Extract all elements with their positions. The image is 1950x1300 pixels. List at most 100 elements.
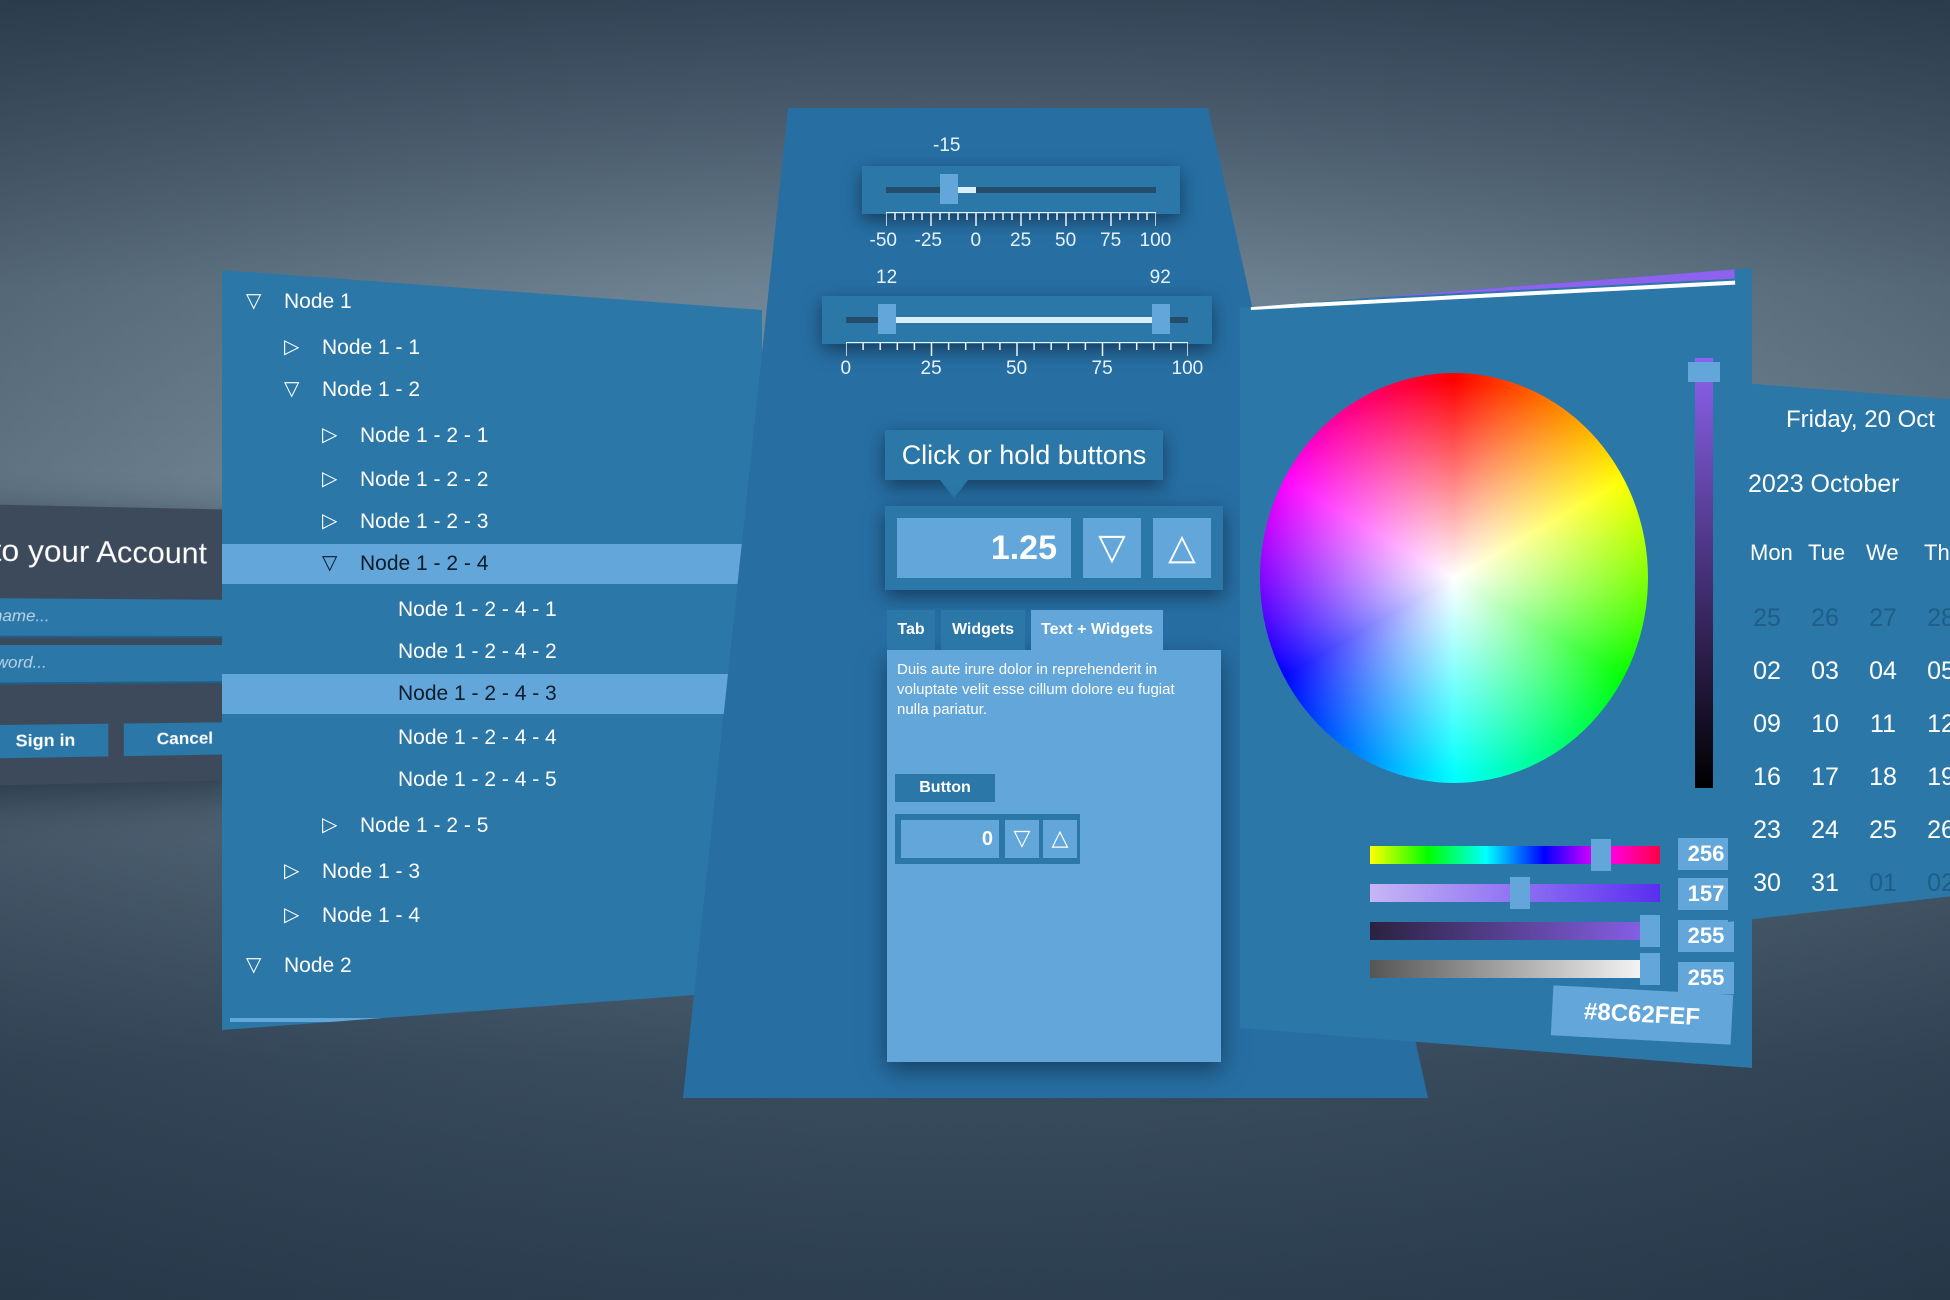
calendar-day[interactable]: 19 — [1916, 763, 1950, 792]
calendar-day[interactable]: 17 — [1800, 763, 1850, 792]
tab-widgets[interactable]: Widgets — [941, 610, 1025, 650]
calendar-day[interactable]: 09 — [1742, 710, 1792, 739]
calendar-day[interactable]: 03 — [1800, 657, 1850, 686]
range-high-label: 92 — [1149, 267, 1171, 288]
calendar-day[interactable]: 02 — [1916, 869, 1950, 898]
tree-node[interactable]: Node 1 - 2 - 4 - 4 — [222, 718, 762, 758]
tree-node-label: Node 1 - 2 - 4 — [360, 552, 489, 575]
tree-node[interactable]: ▷ Node 1 - 3 — [222, 852, 762, 892]
range-slider[interactable] — [822, 296, 1212, 344]
calendar-day[interactable]: 25 — [1858, 816, 1908, 845]
calendar-day[interactable]: 31 — [1800, 869, 1850, 898]
range-ticks — [846, 342, 1188, 356]
spinner-tooltip: Click or hold buttons — [885, 430, 1163, 498]
mini-up-button[interactable]: △ — [1043, 820, 1077, 858]
expanded-arrow-icon[interactable]: ▽ — [322, 550, 337, 575]
slider-track — [886, 187, 1156, 193]
calendar-day[interactable]: 27 — [1858, 604, 1908, 633]
tree-node-label: Node 1 - 3 — [322, 860, 421, 883]
tab-text-widgets[interactable]: Text + Widgets — [1031, 610, 1163, 650]
value-thumb[interactable] — [1640, 915, 1660, 947]
collapsed-arrow-icon[interactable]: ▷ — [322, 508, 337, 533]
calendar-day[interactable]: 11 — [1858, 710, 1908, 739]
password-field[interactable]: sword... — [0, 645, 250, 685]
expanded-arrow-icon[interactable]: ▽ — [246, 952, 261, 977]
tree-node-label: Node 1 - 2 - 2 — [360, 468, 489, 491]
range-high-thumb[interactable] — [1151, 304, 1170, 334]
tree-node[interactable]: ▷ Node 1 - 4 — [222, 896, 762, 936]
tab-paragraph: Duis aute irure dolor in reprehenderit i… — [897, 661, 1175, 718]
spinner-value[interactable]: 1.25 — [897, 518, 1071, 578]
collapsed-arrow-icon[interactable]: ▷ — [284, 334, 299, 359]
saturation-thumb[interactable] — [1509, 877, 1530, 909]
tree-node[interactable]: ▽ Node 1 - 2 — [222, 370, 762, 410]
tree-node[interactable]: ▷ Node 1 - 1 — [222, 328, 762, 368]
color-wheel[interactable] — [1260, 373, 1648, 783]
hue-slider[interactable] — [1370, 846, 1660, 864]
calendar-day[interactable]: 26 — [1800, 604, 1850, 633]
tree-node[interactable]: ▷ Node 1 - 2 - 5 — [222, 806, 762, 846]
brightness-thumb[interactable] — [1688, 362, 1720, 382]
tree-node[interactable]: Node 1 - 2 - 4 - 3 — [222, 674, 762, 714]
tree-node[interactable]: ▽ Node 1 - 2 - 4 — [222, 544, 762, 584]
tree-node[interactable]: ▷ Node 1 - 2 - 3 — [222, 502, 762, 542]
login-panel: to your Account rname... sword... Sign i… — [0, 503, 250, 787]
tree-view-panel: ▽ Node 1 ▷ Node 1 - 1 ▽ Node 1 - 2 ▷ Node 1 - 2… — [222, 270, 762, 1030]
mini-down-button[interactable]: ▽ — [1005, 820, 1039, 858]
number-spinner: 1.25 ▽ △ — [885, 506, 1223, 590]
collapsed-arrow-icon[interactable]: ▷ — [322, 422, 337, 447]
collapsed-arrow-icon[interactable]: ▷ — [322, 466, 337, 491]
calendar-day[interactable]: 30 — [1742, 869, 1792, 898]
calendar-day[interactable]: 05 — [1916, 657, 1950, 686]
collapsed-arrow-icon[interactable]: ▷ — [322, 812, 337, 837]
sign-in-button[interactable]: Sign in — [0, 723, 109, 759]
username-field[interactable]: rname... — [0, 597, 250, 638]
single-slider[interactable] — [862, 166, 1180, 214]
range-low-thumb[interactable] — [878, 304, 897, 334]
tree-node-label: Node 1 - 1 — [322, 336, 421, 359]
tree-node[interactable]: Node 1 - 2 - 4 - 5 — [222, 760, 762, 800]
calendar-day[interactable]: 24 — [1800, 816, 1850, 845]
tree-node-label: Node 1 - 2 - 4 - 5 — [398, 768, 557, 791]
hue-thumb[interactable] — [1590, 839, 1611, 871]
tree-node-label: Node 1 — [284, 290, 352, 313]
calendar-day[interactable]: 04 — [1858, 657, 1908, 686]
mini-spinner-value[interactable]: 0 — [901, 820, 999, 858]
value-slider[interactable] — [1370, 922, 1660, 940]
brightness-slider[interactable] — [1695, 358, 1713, 788]
tree-node[interactable]: ▽ Node 1 — [222, 282, 762, 322]
slider-thumb[interactable] — [940, 174, 958, 204]
tree-node[interactable]: Node 1 - 2 - 4 - 1 — [222, 590, 762, 630]
calendar-day[interactable]: 01 — [1858, 869, 1908, 898]
calendar-selected-date: Friday, 20 Oct — [1786, 406, 1935, 433]
tree-bottom-border — [230, 1018, 762, 1022]
calendar-day[interactable]: 18 — [1858, 763, 1908, 792]
tab-button[interactable]: Button — [895, 774, 995, 802]
calendar-day[interactable]: 28 — [1916, 604, 1950, 633]
calendar-day[interactable]: 16 — [1742, 763, 1792, 792]
tree-node[interactable]: Node 1 - 2 - 4 - 2 — [222, 632, 762, 672]
expanded-arrow-icon[interactable]: ▽ — [246, 288, 261, 313]
mini-spinner: 0 ▽ △ — [895, 814, 1080, 864]
calendar-day[interactable]: 10 — [1800, 710, 1850, 739]
tree-node[interactable]: ▽ Node 2 — [222, 946, 762, 986]
tree-node[interactable]: ▷ Node 1 - 2 - 2 — [222, 460, 762, 500]
calendar-day[interactable]: 25 — [1742, 604, 1792, 633]
calendar-day[interactable]: 26 — [1916, 816, 1950, 845]
tree-node[interactable]: ▷ Node 1 - 2 - 1 — [222, 416, 762, 456]
alpha-thumb[interactable] — [1640, 953, 1660, 985]
spinner-down-button[interactable]: ▽ — [1083, 518, 1141, 578]
tick-label: 100 — [1139, 230, 1172, 251]
calendar-day[interactable]: 02 — [1742, 657, 1792, 686]
calendar-day[interactable]: 23 — [1742, 816, 1792, 845]
tick-label: 0 — [970, 230, 982, 251]
collapsed-arrow-icon[interactable]: ▷ — [284, 902, 299, 927]
hex-value[interactable]: #8C62FEF — [1550, 985, 1734, 1045]
expanded-arrow-icon[interactable]: ▽ — [284, 376, 299, 401]
collapsed-arrow-icon[interactable]: ▷ — [284, 858, 299, 883]
spinner-up-button[interactable]: △ — [1153, 518, 1211, 578]
alpha-slider[interactable] — [1370, 960, 1660, 978]
calendar-month-title[interactable]: 2023 October — [1748, 470, 1900, 499]
calendar-day[interactable]: 12 — [1916, 710, 1950, 739]
tab-tab[interactable]: Tab — [887, 610, 935, 650]
